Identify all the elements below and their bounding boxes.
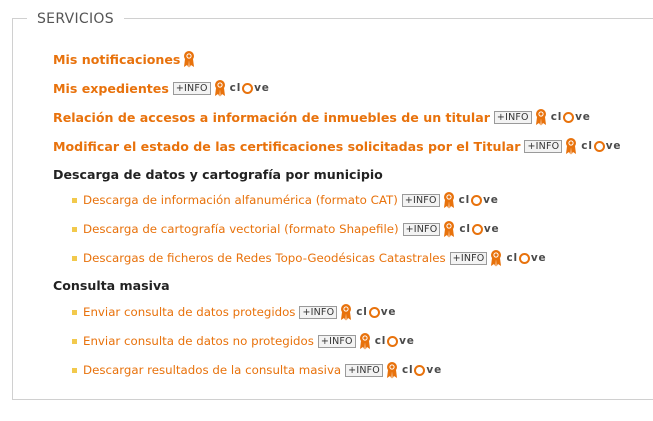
service-row-certificaciones: Modificar el estado de las certificacion…	[53, 136, 621, 156]
relacion-accesos-link[interactable]: Relación de accesos a información de inm…	[53, 110, 490, 125]
bullet-icon	[72, 309, 77, 315]
descargar-resultados-link[interactable]: Descargar resultados de la consulta masi…	[83, 363, 341, 377]
service-row-accesos: Relación de accesos a información de inm…	[53, 107, 591, 127]
certificate-icon	[339, 303, 353, 321]
certificate-icon	[442, 191, 456, 209]
info-button[interactable]: +INFO	[345, 363, 383, 377]
descarga-heading: Descarga de datos y cartografía por muni…	[53, 166, 383, 182]
list-item: Descarga de información alfanumérica (fo…	[72, 190, 499, 210]
list-item: Descargar resultados de la consulta masi…	[72, 360, 442, 380]
clave-logo-icon: cl ve	[229, 82, 270, 94]
mis-notificaciones-link[interactable]: Mis notificaciones	[53, 52, 180, 67]
mis-expedientes-link[interactable]: Mis expedientes	[53, 81, 169, 96]
clave-logo-icon: cl ve	[506, 252, 547, 264]
certificate-icon	[182, 50, 196, 68]
certificate-icon	[442, 220, 456, 238]
info-button[interactable]: +INFO	[317, 334, 356, 348]
clave-logo-icon: cl ve	[401, 364, 442, 376]
info-button[interactable]: +INFO	[172, 81, 211, 95]
bullet-icon	[72, 338, 77, 344]
service-row-notificaciones: Mis notificaciones	[53, 49, 196, 69]
list-item: Enviar consulta de datos no protegidos +…	[72, 331, 415, 351]
clave-logo-icon: cl ve	[374, 335, 415, 347]
info-button[interactable]: +INFO	[402, 222, 441, 236]
group-heading-descarga: Descarga de datos y cartografía por muni…	[53, 164, 383, 184]
descarga-cartografia-link[interactable]: Descarga de cartografía vectorial (forma…	[83, 222, 399, 236]
info-button[interactable]: +INFO	[524, 139, 563, 153]
certificate-icon	[564, 137, 578, 155]
enviar-no-protegidos-link[interactable]: Enviar consulta de datos no protegidos	[83, 334, 314, 348]
modificar-certificaciones-link[interactable]: Modificar el estado de las certificacion…	[53, 139, 520, 154]
group-heading-consulta: Consulta masiva	[53, 275, 170, 295]
clave-logo-icon: cl ve	[550, 111, 591, 123]
certificate-icon	[213, 79, 227, 97]
descarga-redes-link[interactable]: Descargas de ficheros de Redes Topo-Geod…	[83, 251, 446, 265]
list-item: Descargas de ficheros de Redes Topo-Geod…	[72, 248, 546, 268]
bullet-icon	[72, 226, 77, 232]
clave-logo-icon: cl ve	[459, 223, 500, 235]
certificate-icon	[358, 332, 372, 350]
info-button[interactable]: +INFO	[449, 251, 488, 265]
certificate-icon	[489, 249, 503, 267]
certificate-icon	[385, 361, 399, 379]
consulta-masiva-heading: Consulta masiva	[53, 277, 170, 293]
clave-logo-icon: cl ve	[356, 306, 397, 318]
bullet-icon	[72, 255, 77, 261]
info-button[interactable]: +INFO	[299, 305, 338, 319]
list-item: Descarga de cartografía vectorial (forma…	[72, 219, 499, 239]
enviar-protegidos-link[interactable]: Enviar consulta de datos protegidos	[83, 305, 295, 319]
descarga-alfanumerica-link[interactable]: Descarga de información alfanumérica (fo…	[83, 193, 398, 207]
certificate-icon	[534, 108, 548, 126]
clave-logo-icon: cl ve	[458, 194, 499, 206]
info-button[interactable]: +INFO	[493, 110, 532, 124]
list-item: Enviar consulta de datos protegidos +INF…	[72, 302, 396, 322]
bullet-icon	[72, 367, 77, 373]
service-row-expedientes: Mis expedientes +INFO cl ve	[53, 78, 270, 98]
info-button[interactable]: +INFO	[401, 193, 440, 207]
clave-logo-icon: cl ve	[581, 140, 622, 152]
section-legend: SERVICIOS	[27, 9, 124, 29]
bullet-icon	[72, 197, 77, 203]
